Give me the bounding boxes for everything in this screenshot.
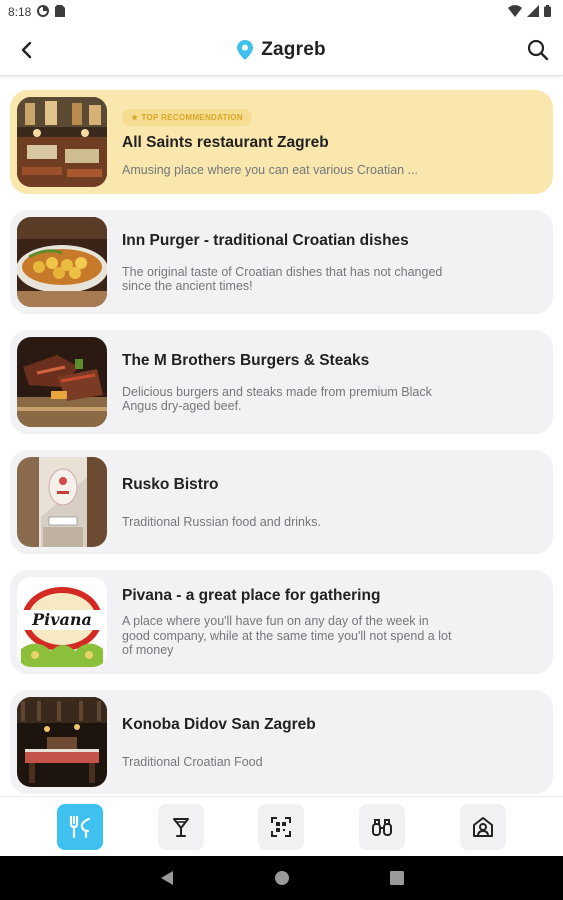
restaurant-description: A place where you'll have fun on any day…: [122, 614, 452, 658]
home-person-icon: [472, 816, 493, 837]
restaurant-card-all-saints[interactable]: ★ TOP RECOMMENDATION All Saints restaura…: [10, 90, 553, 194]
square-recents-icon: [389, 871, 404, 885]
restaurant-name: Pivana - a great place for gathering: [122, 587, 381, 605]
top-recommendation-badge: ★ TOP RECOMMENDATION: [122, 108, 252, 126]
restaurant-photo: [17, 337, 107, 427]
system-back-button[interactable]: [160, 870, 174, 886]
data-saver-icon: [37, 4, 50, 20]
restaurant-name: The M Brothers Burgers & Steaks: [122, 351, 370, 369]
search-button[interactable]: [525, 37, 551, 63]
page-title: Zagreb: [261, 38, 326, 60]
bottom-navigation: [0, 796, 563, 856]
star-icon: ★: [131, 112, 139, 122]
restaurant-description: Amusing place where you can eat various …: [122, 162, 418, 177]
qr-scan-icon: [271, 816, 292, 837]
back-arrow-icon: [21, 41, 32, 59]
location-title: Zagreb: [237, 39, 326, 61]
sim-card-icon: [55, 4, 66, 20]
restaurant-card-pivana[interactable]: Pivana Pivana - a great place for gather…: [10, 570, 553, 674]
restaurant-description: The original taste of Croatian dishes th…: [122, 264, 443, 294]
nav-scan-button[interactable]: [258, 803, 305, 850]
status-bar: 8:18: [0, 0, 563, 24]
restaurant-card-rusko-bistro[interactable]: Rusko Bistro Traditional Russian food an…: [10, 450, 553, 554]
triangle-back-icon: [160, 871, 173, 885]
circle-home-icon: [274, 871, 289, 885]
nav-explore-button[interactable]: [359, 803, 406, 850]
cocktail-icon: [172, 817, 189, 837]
system-recents-button[interactable]: [389, 871, 404, 885]
restaurant-description: Delicious burgers and steaks made from p…: [122, 384, 432, 414]
wifi-icon: [508, 4, 522, 20]
system-home-button[interactable]: [274, 870, 290, 886]
status-time: 8:18: [8, 5, 32, 19]
restaurant-photo: [17, 457, 107, 547]
restaurant-name: Inn Purger - traditional Croatian dishes: [122, 231, 409, 249]
restaurant-photo: [17, 97, 107, 187]
restaurant-logo: Pivana: [17, 577, 107, 667]
location-pin-icon: [237, 39, 254, 60]
system-navigation-bar: [0, 856, 563, 900]
restaurant-card-m-brothers[interactable]: The M Brothers Burgers & Steaks Deliciou…: [10, 330, 553, 434]
restaurant-icon: [70, 815, 91, 838]
battery-icon: [544, 4, 551, 20]
restaurant-card-konoba-didov-san[interactable]: Konoba Didov San Zagreb Traditional Croa…: [10, 690, 553, 794]
restaurant-description: Traditional Russian food and drinks.: [122, 514, 321, 529]
restaurant-list: ★ TOP RECOMMENDATION All Saints restaura…: [10, 90, 553, 810]
nav-drinks-button[interactable]: [157, 803, 204, 850]
restaurant-description: Traditional Croatian Food: [122, 754, 263, 769]
restaurant-name: Konoba Didov San Zagreb: [122, 715, 316, 733]
restaurant-name: Rusko Bistro: [122, 475, 219, 493]
back-button[interactable]: [14, 37, 40, 63]
nav-profile-button[interactable]: [459, 803, 506, 850]
restaurant-name: All Saints restaurant Zagreb: [122, 133, 329, 151]
app-header: Zagreb: [0, 24, 563, 76]
pivana-logo-text: Pivana: [31, 610, 92, 629]
binoculars-icon: [372, 818, 393, 836]
restaurant-photo: [17, 697, 107, 787]
restaurant-card-inn-purger[interactable]: Inn Purger - traditional Croatian dishes…: [10, 210, 553, 314]
nav-restaurants-button[interactable]: [57, 803, 104, 850]
restaurant-photo: [17, 217, 107, 307]
search-icon: [527, 39, 549, 61]
signal-icon: [527, 4, 539, 20]
